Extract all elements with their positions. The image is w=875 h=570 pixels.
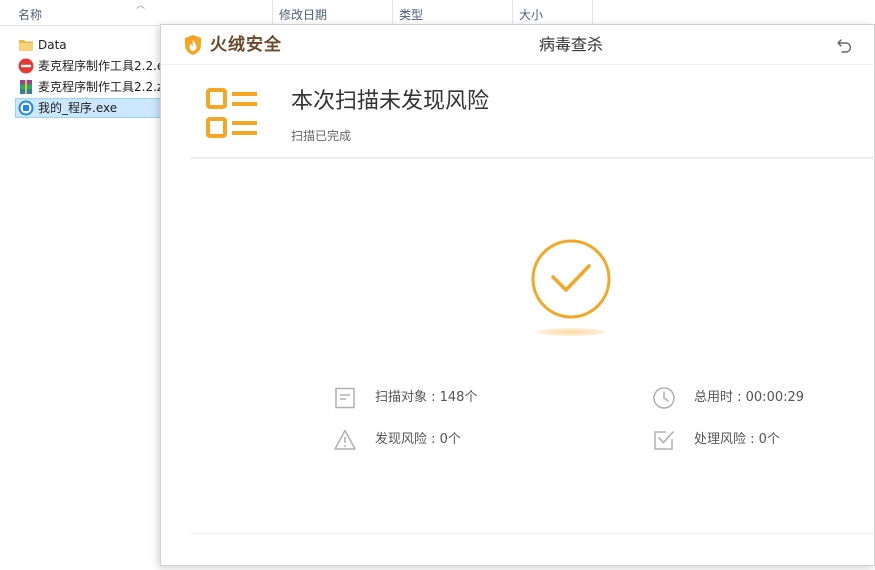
success-check-icon [531, 239, 611, 336]
stat-text: 总用时 : 00:00:29 [694, 390, 805, 405]
file-row-zip[interactable]: 麦克程序制作工具2.2.zip [15, 77, 165, 97]
scan-result-header: 本次扫描未发现风险 扫描已完成 [191, 65, 875, 159]
stat-total-time: 总用时 : 00:00:29 [652, 386, 872, 412]
stat-risks-handled: 处理风险 : 0个 [652, 428, 872, 454]
back-icon[interactable] [835, 35, 855, 55]
result-title: 本次扫描未发现风险 [291, 89, 490, 114]
file-name: 麦克程序制作工具2.2.exe [38, 59, 165, 73]
column-type-header[interactable]: 类型 [393, 0, 513, 26]
title-bar: 火绒安全 病毒查杀 [161, 25, 875, 65]
clock-icon [653, 387, 675, 409]
file-row-data-folder[interactable]: Data [15, 35, 165, 55]
file-name: 麦克程序制作工具2.2.zip [38, 80, 165, 94]
winrar-archive-icon [20, 80, 32, 94]
file-row-exe[interactable]: 麦克程序制作工具2.2.exe [15, 56, 165, 76]
warning-icon [334, 429, 356, 450]
stat-text: 处理风险 : 0个 [694, 432, 780, 447]
column-date-header[interactable]: 修改日期 [273, 0, 393, 26]
sort-ascending-icon: ︿ [136, 1, 146, 11]
window-title: 病毒查杀 [538, 35, 603, 54]
stat-text: 扫描对象 : 148个 [375, 390, 478, 405]
app-red-icon [18, 58, 34, 74]
checklist-icon [206, 88, 257, 138]
result-subtitle: 扫描已完成 [291, 129, 352, 143]
column-size-header[interactable]: 大小 [513, 0, 593, 26]
document-icon [335, 387, 355, 409]
exe-blue-icon [18, 100, 34, 116]
column-header-bar: 名称 ︿ 修改日期 类型 大小 [0, 0, 875, 26]
file-name: 我的_程序.exe [38, 101, 118, 115]
file-name: Data [38, 38, 67, 52]
huorong-window: 火绒安全 病毒查杀 本次扫描未发现风险 扫描已完成 扫描对象: 148个 总用… [160, 24, 875, 566]
stat-risks-found: 发现风险 : 0个 [333, 428, 553, 454]
bottom-divider [191, 533, 875, 534]
stat-text: 发现风险 : 0个 [375, 432, 461, 447]
checkbox-checked-icon [654, 431, 674, 450]
folder-icon [19, 40, 33, 51]
stat-scan-objects: 扫描对象 : 148个 [333, 386, 553, 412]
file-row-my-program[interactable]: 我的_程序.exe [15, 98, 165, 118]
